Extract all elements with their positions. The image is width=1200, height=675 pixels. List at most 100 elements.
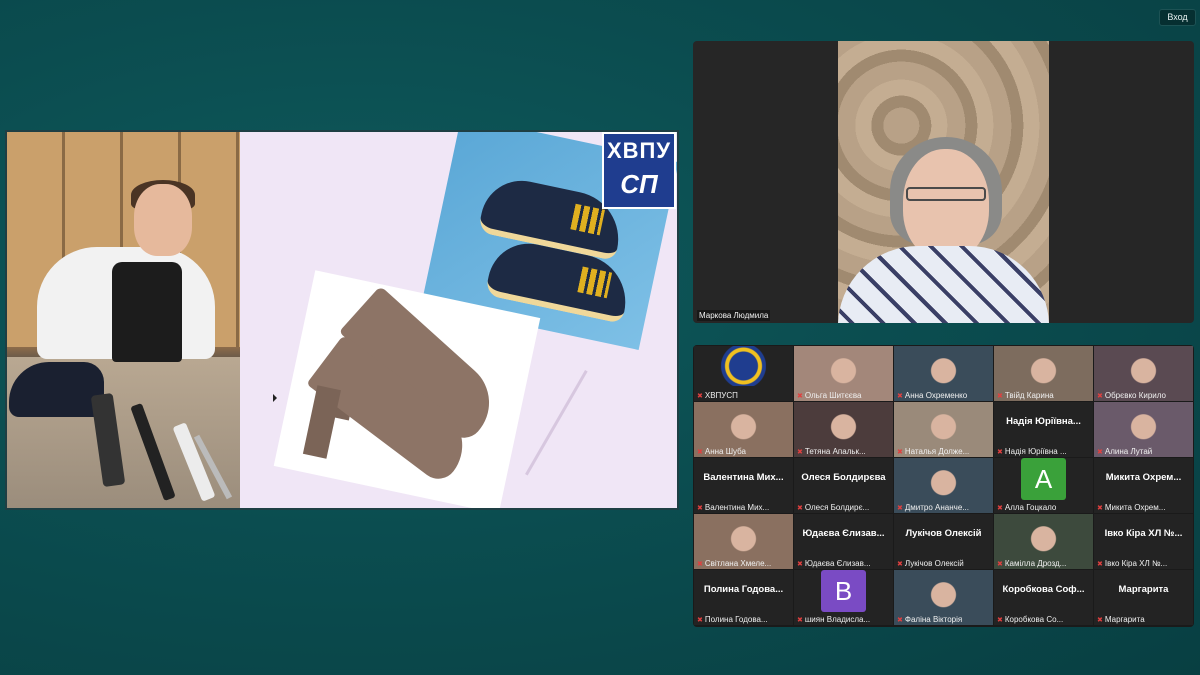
participant-name: Микита Охрем... [1104,503,1166,512]
participant-tile[interactable]: ✖ Ольга Шитєєва [794,346,893,401]
participant-tile[interactable]: Полина Годова... ✖ Полина Годова... [694,570,793,625]
muted-mic-icon: ✖ [697,617,703,624]
participant-tile[interactable]: Коробкова Соф... ✖ Коробкова Со... [994,570,1093,625]
participant-tile[interactable]: Лукічов Олексій ✖ Лукічов Олексій [894,514,993,569]
participant-tile[interactable]: Івко Кіра ХЛ №... ✖ Івко Кіра ХЛ №... [1094,514,1193,569]
participant-tile[interactable]: ✖ Анна Шуба [694,402,793,457]
participant-name: Олеся Болдирє... [804,503,870,512]
participant-name-label: ✖ Полина Годова... [697,615,791,624]
muted-mic-icon: ✖ [1097,393,1103,400]
participant-name: ХВПУСП [704,391,738,400]
workshop-photo [7,132,240,508]
participant-tile[interactable]: ✖ Обрєвко Кирило [1094,346,1193,401]
participant-name: Івко Кіра ХЛ №... [1104,559,1168,568]
participant-name: Алина Лутай [1104,447,1153,456]
photo-apron [112,262,182,362]
speaker-name: Маркова Людмила [697,310,771,321]
participant-tile[interactable]: ✖ Дмитро Ананче... [894,458,993,513]
participant-name-label: ✖ Валентина Мих... [697,503,791,512]
participant-name: Валентина Мих... [704,503,770,512]
login-button[interactable]: Вход [1159,9,1196,26]
muted-mic-icon: ✖ [1097,449,1103,456]
participant-name: Наталья Долже... [904,447,970,456]
participant-name-label: ✖ Івко Кіра ХЛ №... [1097,559,1191,568]
leaf-decoration [525,370,677,508]
participant-name-label: ✖ Камілла Дрозд... [997,559,1091,568]
participant-name-label: ✖ Твійд Карина [997,391,1091,400]
participant-name: шиян Владисла... [804,615,871,624]
participant-tile[interactable]: ✖ Твійд Карина [994,346,1093,401]
participant-name: Полина Годова... [704,615,768,624]
participant-tile[interactable]: ✖ Фаліна Вікторія [894,570,993,625]
muted-mic-icon: ✖ [797,505,803,512]
participant-tile[interactable]: ✖ Тетяна Апальк... [794,402,893,457]
active-speaker-video[interactable]: Маркова Людмила [693,41,1194,323]
participant-name: Анна Шуба [704,447,746,456]
muted-mic-icon: ✖ [897,617,903,624]
participant-tile[interactable]: ✖ ХВПУСП [694,346,793,401]
speaker-glasses [906,187,986,201]
muted-mic-icon: ✖ [997,393,1003,400]
participant-display-name: Юдаєва Єлизав... [802,528,885,539]
participant-tile[interactable]: Олеся Болдирєва ✖ Олеся Болдирє... [794,458,893,513]
participant-tile[interactable]: ✖ Алина Лутай [1094,402,1193,457]
participant-tile[interactable]: ✖ Світлана Хмеле... [694,514,793,569]
participant-tile[interactable]: Маргарита ✖ Маргарита [1094,570,1193,625]
muted-mic-icon: ✖ [797,561,803,568]
participant-name: Дмитро Ананче... [904,503,969,512]
speaker-camera [838,41,1049,323]
speaker-shirt [838,246,1049,323]
participants-gallery: ✖ ХВПУСП ✖ Ольга Шитєєва ✖ Анна Охременко ✖ Тві… [693,345,1194,627]
participant-tile[interactable]: ✖ Камілла Дрозд... [994,514,1093,569]
muted-mic-icon: ✖ [897,561,903,568]
participant-name: Анна Охременко [904,391,968,400]
participant-display-name: Івко Кіра ХЛ №... [1104,528,1183,539]
muted-mic-icon: ✖ [897,393,903,400]
participant-tile[interactable]: Микита Охрем... ✖ Микита Охрем... [1094,458,1193,513]
muted-mic-icon: ✖ [997,561,1003,568]
muted-mic-icon: ✖ [797,449,803,456]
participant-display-name: Олеся Болдирєва [801,472,886,483]
participant-tile[interactable]: ✖ Наталья Долже... [894,402,993,457]
participant-tile[interactable]: Юдаєва Єлизав... ✖ Юдаєва Єлизав... [794,514,893,569]
participant-display-name: Надія Юріївна... [1006,416,1081,427]
participant-name: Ольга Шитєєва [804,391,862,400]
participant-tile[interactable]: ✖ Анна Охременко [894,346,993,401]
participant-display-name: Коробкова Соф... [1002,584,1085,595]
muted-mic-icon: ✖ [697,505,703,512]
participant-name-label: ✖ шиян Владисла... [797,615,891,624]
participant-tile[interactable]: B ✖ шиян Владисла... [794,570,893,625]
speaker-face [903,149,989,259]
participant-name: Твійд Карина [1004,391,1054,400]
participant-display-name: Валентина Мих... [703,472,784,483]
avatar-letter: B [821,570,866,612]
muted-mic-icon: ✖ [997,449,1003,456]
participant-name-label: ✖ Коробкова Со... [997,615,1091,624]
participant-name-label: ✖ Алла Гоцкало [997,503,1091,512]
participant-name-label: ✖ Ольга Шитєєва [797,391,891,400]
participant-tile[interactable]: A ✖ Алла Гоцкало [994,458,1093,513]
participant-name-label: ✖ Фаліна Вікторія [897,615,991,624]
muted-mic-icon: ✖ [797,617,803,624]
participant-display-name: Маргарита [1118,584,1169,595]
participant-name: Лукічов Олексій [904,559,964,568]
participant-name-label: ✖ Обрєвко Кирило [1097,391,1191,400]
participant-name: Обрєвко Кирило [1104,391,1166,400]
participant-tile[interactable]: Надія Юріївна... ✖ Надія Юріївна ... [994,402,1093,457]
avatar-letter: A [1021,458,1066,500]
participant-name-label: ✖ Світлана Хмеле... [697,559,791,568]
participant-name-label: ✖ Тетяна Апальк... [797,447,891,456]
participant-tile[interactable]: Валентина Мих... ✖ Валентина Мих... [694,458,793,513]
participant-name-label: ✖ ХВПУСП [697,391,791,400]
muted-mic-icon: ✖ [697,449,703,456]
participant-display-name: Лукічов Олексій [905,528,982,539]
participant-name: Алла Гоцкало [1004,503,1057,512]
muted-mic-icon: ✖ [697,393,703,400]
participant-name: Маргарита [1104,615,1145,624]
participant-display-name: Микита Охрем... [1105,472,1182,483]
participant-name-label: ✖ Лукічов Олексій [897,559,991,568]
mouse-pointer-icon [273,394,277,402]
muted-mic-icon: ✖ [1097,561,1103,568]
muted-mic-icon: ✖ [897,505,903,512]
muted-mic-icon: ✖ [797,393,803,400]
